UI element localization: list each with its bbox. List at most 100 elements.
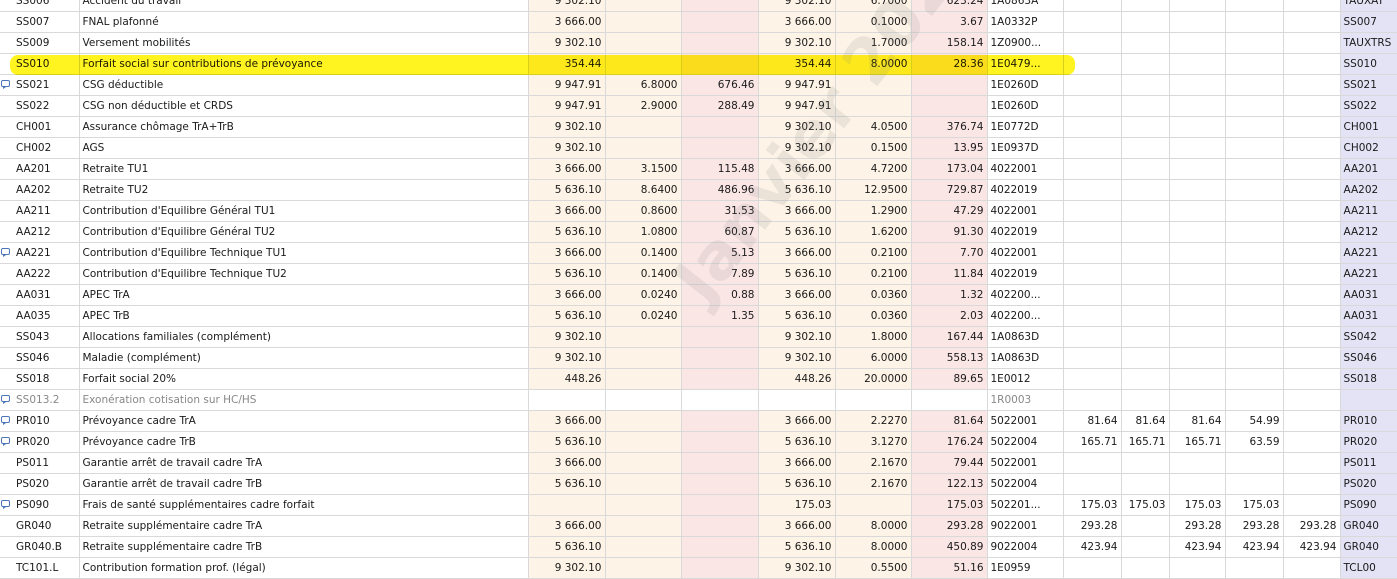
cell-extra-3[interactable] (1168, 284, 1226, 306)
cell-rate-patronal[interactable]: 4.0500 (834, 116, 912, 138)
cell-extra-1[interactable]: 175.03 (1062, 494, 1122, 516)
cell-extra-1[interactable] (1062, 32, 1122, 54)
table-row[interactable]: PS011 Garantie arrêt de travail cadre TrA… (0, 452, 1397, 474)
cell-base-patronal[interactable]: 9 947.91 (757, 95, 836, 117)
cell-extra-1[interactable] (1062, 95, 1122, 117)
table-row[interactable]: SS021 CSG déductible 9 947.91 6.8000 676.46 9… (0, 74, 1397, 96)
cell-extra-3[interactable] (1168, 263, 1226, 285)
cell-code[interactable]: SS018 (0, 368, 80, 390)
table-row[interactable]: AA201 Retraite TU1 3 666.00 3.1500 115.48 3 6… (0, 158, 1397, 180)
cell-rate-patronal[interactable]: 3.1270 (834, 431, 912, 453)
cell-rate-salarial[interactable] (604, 0, 682, 12)
cell-amount-salarial[interactable]: 288.49 (680, 95, 759, 117)
cell-account[interactable]: 4022019 (986, 221, 1064, 243)
cell-label[interactable]: Contribution formation prof. (légal) (78, 557, 529, 579)
cell-code[interactable]: SS043 (0, 326, 80, 348)
cell-extra-5[interactable] (1282, 494, 1341, 516)
table-row[interactable]: PS090 Frais de santé supplémentaires cadr… (0, 494, 1397, 516)
cell-reference[interactable]: AA212 (1339, 221, 1397, 243)
cell-reference[interactable]: AA211 (1339, 200, 1397, 222)
cell-rate-patronal[interactable]: 0.2100 (834, 242, 912, 264)
cell-extra-2[interactable] (1120, 326, 1170, 348)
cell-extra-3[interactable] (1168, 452, 1226, 474)
cell-extra-4[interactable] (1224, 242, 1284, 264)
cell-label[interactable]: Forfait social sur contributions de prév… (78, 53, 529, 75)
cell-extra-5[interactable] (1282, 200, 1341, 222)
cell-label[interactable]: Contribution d'Equilibre Technique TU2 (78, 263, 529, 285)
cell-base[interactable]: 3 666.00 (527, 242, 606, 264)
cell-base-patronal[interactable]: 9 302.10 (757, 557, 836, 579)
cell-extra-1[interactable] (1062, 74, 1122, 96)
cell-rate-patronal[interactable]: 0.1000 (834, 11, 912, 33)
cell-reference[interactable]: PS020 (1339, 473, 1397, 495)
cell-extra-1[interactable] (1062, 557, 1122, 579)
cell-extra-3[interactable] (1168, 0, 1226, 12)
cell-amount-patronal[interactable]: 158.14 (910, 32, 988, 54)
cell-rate-salarial[interactable] (604, 431, 682, 453)
cell-amount-patronal[interactable]: 623.24 (910, 0, 988, 12)
cell-rate-salarial[interactable] (604, 494, 682, 516)
cell-amount-patronal[interactable]: 51.16 (910, 557, 988, 579)
cell-reference[interactable]: GR040 (1339, 536, 1397, 558)
cell-base-patronal[interactable]: 3 666.00 (757, 242, 836, 264)
cell-rate-patronal[interactable]: 0.0360 (834, 305, 912, 327)
cell-base[interactable]: 5 636.10 (527, 179, 606, 201)
table-row[interactable]: SS022 CSG non déductible et CRDS 9 947.91 2… (0, 95, 1397, 117)
cell-amount-patronal[interactable]: 173.04 (910, 158, 988, 180)
cell-amount-salarial[interactable] (680, 515, 759, 537)
cell-base-patronal[interactable]: 3 666.00 (757, 11, 836, 33)
cell-extra-1[interactable] (1062, 368, 1122, 390)
cell-reference[interactable]: PS090 (1339, 494, 1397, 516)
cell-amount-salarial[interactable] (680, 347, 759, 369)
cell-extra-3[interactable] (1168, 221, 1226, 243)
cell-extra-5[interactable]: 423.94 (1282, 536, 1341, 558)
cell-extra-3[interactable] (1168, 53, 1226, 75)
cell-code[interactable]: SS009 (0, 32, 80, 54)
cell-amount-patronal[interactable]: 176.24 (910, 431, 988, 453)
cell-label[interactable]: Retraite supplémentaire cadre TrB (78, 536, 529, 558)
cell-base[interactable]: 5 636.10 (527, 431, 606, 453)
table-row[interactable]: AA222 Contribution d'Equilibre Technique … (0, 263, 1397, 285)
cell-amount-salarial[interactable] (680, 410, 759, 432)
cell-rate-salarial[interactable] (604, 137, 682, 159)
cell-extra-1[interactable] (1062, 242, 1122, 264)
cell-base[interactable]: 3 666.00 (527, 284, 606, 306)
cell-extra-1[interactable] (1062, 200, 1122, 222)
cell-extra-4[interactable] (1224, 452, 1284, 474)
table-row[interactable]: SS043 Allocations familiales (complément)… (0, 326, 1397, 348)
cell-rate-salarial[interactable] (604, 410, 682, 432)
cell-extra-5[interactable] (1282, 11, 1341, 33)
cell-extra-4[interactable]: 54.99 (1224, 410, 1284, 432)
cell-base[interactable]: 3 666.00 (527, 410, 606, 432)
cell-extra-2[interactable] (1120, 452, 1170, 474)
cell-rate-salarial[interactable]: 0.1400 (604, 242, 682, 264)
cell-amount-patronal[interactable]: 13.95 (910, 137, 988, 159)
cell-rate-patronal[interactable]: 2.2270 (834, 410, 912, 432)
cell-rate-patronal[interactable]: 1.7000 (834, 32, 912, 54)
cell-reference[interactable]: PR020 (1339, 431, 1397, 453)
cell-base-patronal[interactable]: 9 302.10 (757, 326, 836, 348)
cell-rate-salarial[interactable] (604, 32, 682, 54)
table-row[interactable]: AA035 APEC TrB 5 636.10 0.0240 1.35 5 636.10 0… (0, 305, 1397, 327)
cell-base-patronal[interactable]: 5 636.10 (757, 473, 836, 495)
cell-extra-4[interactable] (1224, 368, 1284, 390)
cell-rate-salarial[interactable] (604, 473, 682, 495)
cell-base[interactable]: 9 302.10 (527, 347, 606, 369)
table-row[interactable]: TC101.L Contribution formation prof. (lég… (0, 557, 1397, 579)
cell-extra-3[interactable] (1168, 326, 1226, 348)
cell-extra-5[interactable] (1282, 95, 1341, 117)
cell-extra-2[interactable]: 175.03 (1120, 494, 1170, 516)
cell-base-patronal[interactable]: 5 636.10 (757, 305, 836, 327)
cell-label[interactable]: Assurance chômage TrA+TrB (78, 116, 529, 138)
cell-base[interactable] (527, 389, 606, 411)
cell-extra-4[interactable]: 63.59 (1224, 431, 1284, 453)
comment-icon[interactable] (1, 248, 10, 257)
cell-amount-salarial[interactable]: 486.96 (680, 179, 759, 201)
cell-extra-5[interactable]: 293.28 (1282, 515, 1341, 537)
cell-base-patronal[interactable]: 3 666.00 (757, 515, 836, 537)
cell-rate-patronal[interactable]: 8.0000 (834, 515, 912, 537)
cell-base-patronal[interactable]: 5 636.10 (757, 263, 836, 285)
cell-extra-5[interactable] (1282, 137, 1341, 159)
cell-label[interactable]: Garantie arrêt de travail cadre TrB (78, 473, 529, 495)
cell-code[interactable]: AA201 (0, 158, 80, 180)
